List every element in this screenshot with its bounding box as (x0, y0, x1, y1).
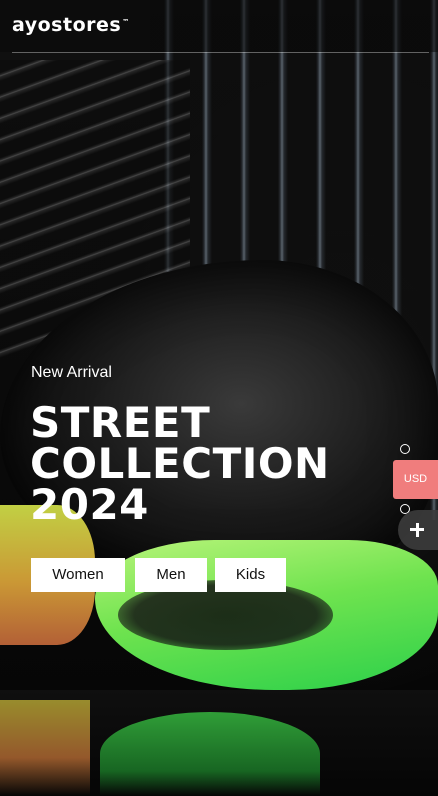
hero-headline: STREET COLLECTION 2024 (30, 398, 330, 529)
hero-headline-line-1: STREET (30, 398, 211, 447)
floor-reflection-left (0, 700, 90, 796)
women-button[interactable]: Women (31, 558, 125, 592)
header-divider (12, 52, 429, 53)
brand-logo-tm: ™ (122, 17, 130, 26)
floor-reflection-green (100, 712, 320, 796)
plus-icon[interactable] (398, 510, 438, 550)
brand-logo-text: ayostores (12, 14, 122, 36)
kids-button[interactable]: Kids (215, 558, 286, 592)
hero-headline-line-3: 2024 (30, 480, 149, 529)
hero-headline-line-2: COLLECTION (30, 439, 330, 488)
site-header: ayostores™ (0, 0, 438, 52)
brand-logo[interactable]: ayostores™ (12, 14, 130, 36)
slide-dot-1[interactable] (400, 444, 410, 454)
men-button[interactable]: Men (135, 558, 207, 592)
hero-eyebrow: New Arrival (31, 364, 112, 381)
currency-switcher[interactable]: USD (393, 460, 438, 499)
